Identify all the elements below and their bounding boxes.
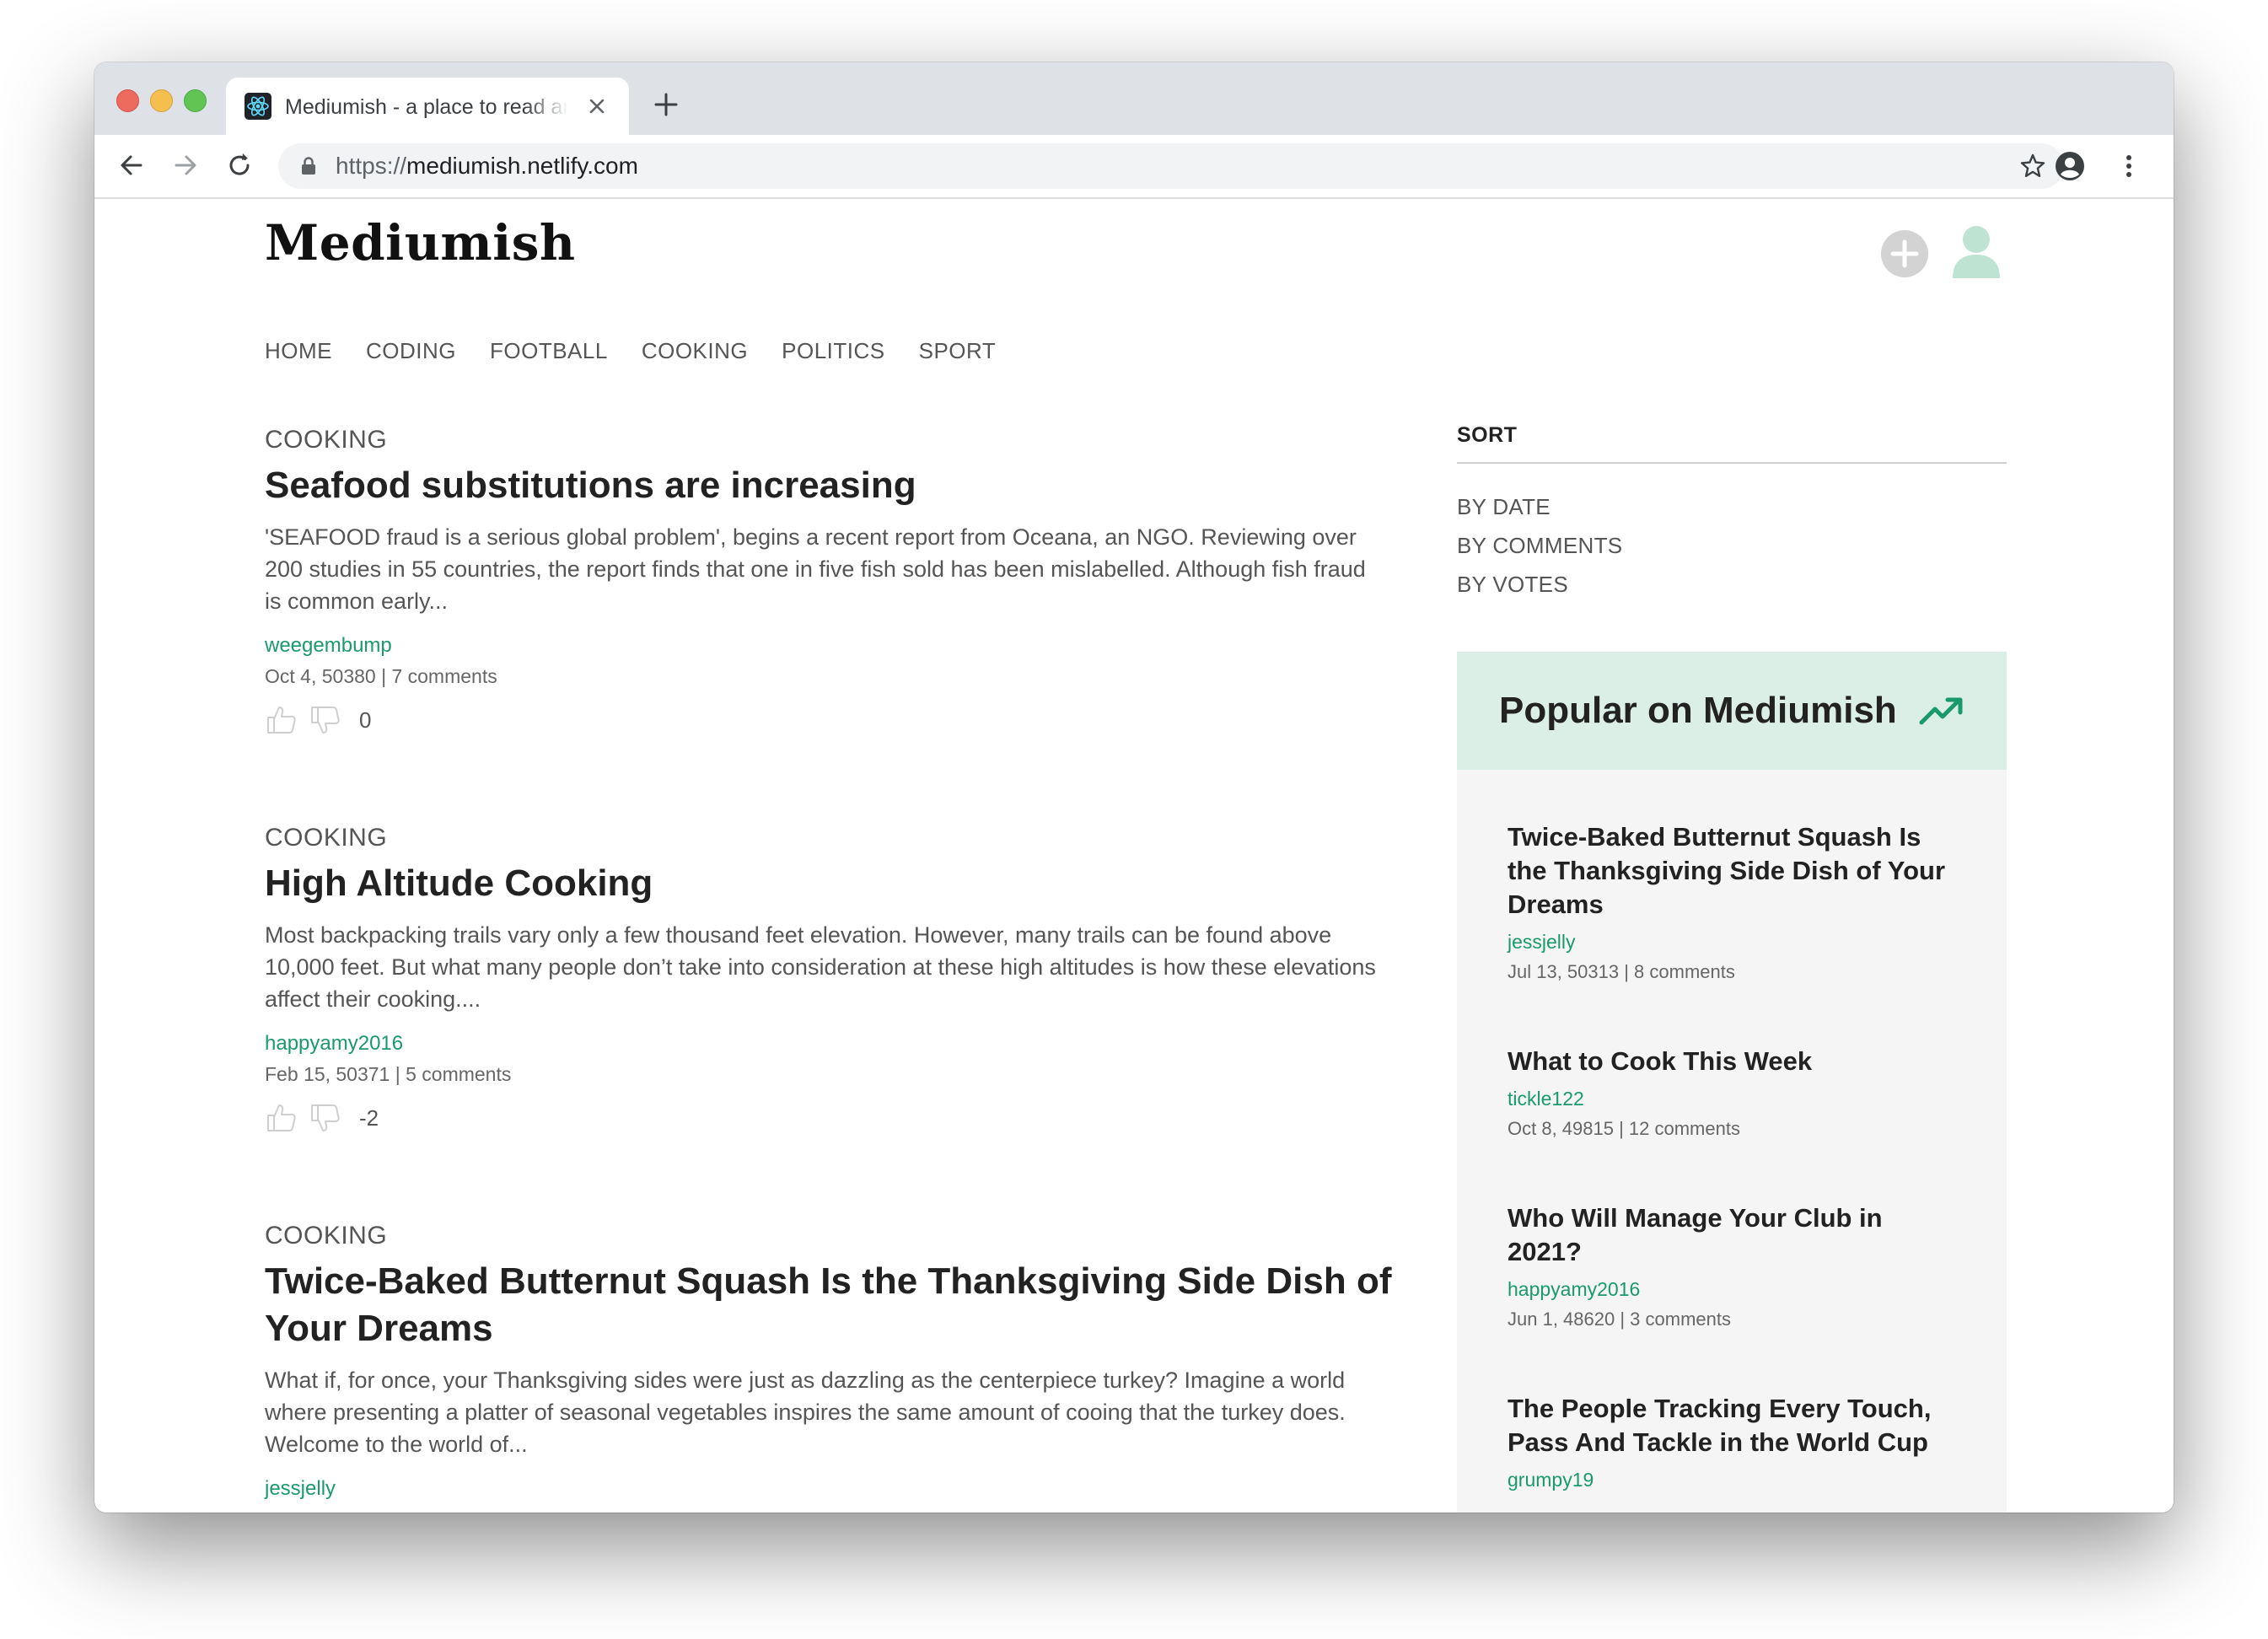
popular-item-author[interactable]: tickle122	[1508, 1083, 1963, 1114]
article-category[interactable]: COOKING	[265, 423, 1462, 457]
lock-icon	[298, 156, 319, 176]
article-excerpt: Most backpacking trails vary only a few …	[265, 922, 1376, 1012]
nav-football[interactable]: FOOTBALL	[490, 334, 608, 368]
article-meta: Oct 4, 50380 | 7 comments	[265, 665, 497, 687]
profile-icon[interactable]	[2054, 150, 2086, 182]
popular-item-meta: Jul 13, 50313 | 8 comments	[1508, 961, 1735, 982]
article-author[interactable]: happyamy2016	[265, 1029, 1462, 1059]
zoom-window-button[interactable]	[184, 89, 207, 112]
popular-item-title[interactable]: Twice-Baked Butternut Squash Is the Than…	[1508, 820, 1963, 922]
url-text[interactable]: https://mediumish.netlify.com	[336, 152, 638, 180]
nav-politics[interactable]: POLITICS	[782, 334, 884, 368]
menu-kebab-icon[interactable]	[2113, 150, 2145, 182]
popular-item-title[interactable]: The People Tracking Every Touch, Pass An…	[1508, 1392, 1963, 1459]
article-category[interactable]: COOKING	[265, 821, 1462, 855]
popular-item-author[interactable]: grumpy19	[1508, 1464, 1963, 1495]
url-scheme: https://	[336, 153, 407, 179]
thumbs-up-icon[interactable]	[265, 703, 298, 737]
popular-item-author[interactable]: happyamy2016	[1508, 1274, 1963, 1304]
close-window-button[interactable]	[116, 89, 139, 112]
popular-item-meta: Oct 8, 49815 | 12 comments	[1508, 1118, 1740, 1139]
tab-title: Mediumish - a place to read and write	[285, 95, 568, 119]
nav-coding[interactable]: CODING	[366, 334, 456, 368]
add-post-icon[interactable]	[1880, 229, 1929, 278]
article-meta: Feb 15, 50371 | 5 comments	[265, 1063, 512, 1085]
reload-icon[interactable]	[224, 150, 255, 180]
back-arrow-icon[interactable]	[116, 150, 147, 180]
vote-controls: 0	[265, 701, 1462, 739]
sort-by-comments[interactable]: BY COMMENTS	[1457, 526, 1622, 565]
browser-toolbar: https://mediumish.netlify.com	[94, 135, 2174, 199]
forward-arrow-icon[interactable]	[170, 150, 201, 180]
article-title[interactable]: Seafood substitutions are increasing	[265, 462, 1462, 509]
article-title[interactable]: Twice-Baked Butternut Squash Is the Than…	[265, 1258, 1462, 1352]
react-logo-icon	[245, 93, 271, 120]
popular-item-meta: Jun 1, 48620 | 3 comments	[1508, 1309, 1731, 1330]
address-bar[interactable]: https://mediumish.netlify.com	[278, 143, 2064, 189]
vote-controls: -2	[265, 1099, 1462, 1137]
article-card: COOKING Seafood substitutions are increa…	[265, 423, 1462, 739]
vote-score: 0	[359, 707, 372, 733]
page-content: Mediumish HOME CODING FOOTBALL COOKING P…	[94, 199, 2174, 1513]
nav-cooking[interactable]: COOKING	[642, 334, 748, 368]
sort-divider	[1457, 462, 2007, 464]
browser-window: Mediumish - a place to read and write ht…	[94, 62, 2174, 1513]
popular-item-author[interactable]: jessjelly	[1508, 927, 1963, 957]
popular-title: Popular on Mediumish	[1499, 690, 1897, 731]
popular-panel: Popular on Mediumish Twice-Baked Buttern…	[1457, 652, 2007, 1513]
close-tab-icon[interactable]	[583, 93, 610, 120]
category-nav: HOME CODING FOOTBALL COOKING POLITICS SP…	[265, 334, 1029, 368]
article-category[interactable]: COOKING	[265, 1219, 1462, 1253]
article-card: COOKING High Altitude Cooking Most backp…	[265, 821, 1462, 1137]
sort-by-date[interactable]: BY DATE	[1457, 487, 1622, 526]
thumbs-down-icon[interactable]	[309, 1101, 342, 1135]
popular-item-title[interactable]: What to Cook This Week	[1508, 1045, 1963, 1078]
popular-item: Who Will Manage Your Club in 2021? happy…	[1508, 1201, 1963, 1335]
article-card: COOKING Twice-Baked Butternut Squash Is …	[265, 1219, 1462, 1504]
popular-item: What to Cook This Week tickle122 Oct 8, …	[1508, 1045, 1963, 1144]
article-author[interactable]: weegembump	[265, 631, 1462, 661]
sort-by-votes[interactable]: BY VOTES	[1457, 565, 1622, 604]
article-excerpt: 'SEAFOOD fraud is a serious global probl…	[265, 524, 1366, 614]
thumbs-up-icon[interactable]	[265, 1101, 298, 1135]
thumbs-down-icon[interactable]	[309, 703, 342, 737]
nav-home[interactable]: HOME	[265, 334, 332, 368]
article-author[interactable]: jessjelly	[265, 1474, 1462, 1504]
browser-tab[interactable]: Mediumish - a place to read and write	[226, 78, 629, 135]
new-tab-icon[interactable]	[653, 91, 680, 118]
nav-sport[interactable]: SPORT	[919, 334, 997, 368]
popular-item: Twice-Baked Butternut Squash Is the Than…	[1508, 820, 1963, 987]
trending-up-icon	[1919, 694, 1964, 728]
url-host: mediumish.netlify.com	[406, 153, 638, 179]
sort-options: BY DATE BY COMMENTS BY VOTES	[1457, 487, 1622, 604]
popular-item-title[interactable]: Who Will Manage Your Club in 2021?	[1508, 1201, 1963, 1269]
site-title[interactable]: Mediumish	[265, 214, 576, 271]
bookmark-star-icon[interactable]	[2018, 152, 2047, 180]
sort-heading: SORT	[1457, 423, 1518, 447]
vote-score: -2	[359, 1104, 379, 1131]
user-avatar-icon[interactable]	[1949, 223, 2003, 280]
popular-item: The People Tracking Every Touch, Pass An…	[1508, 1392, 1963, 1495]
article-excerpt: What if, for once, your Thanksgiving sid…	[265, 1368, 1346, 1457]
article-title[interactable]: High Altitude Cooking	[265, 860, 1462, 907]
popular-header: Popular on Mediumish	[1457, 652, 2007, 770]
minimize-window-button[interactable]	[150, 89, 173, 112]
tab-strip: Mediumish - a place to read and write	[94, 62, 2174, 135]
